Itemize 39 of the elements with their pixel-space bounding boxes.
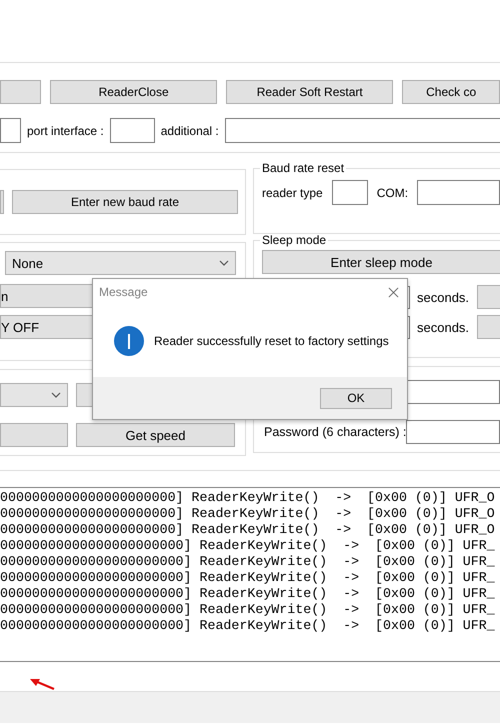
group-title: Baud rate reset xyxy=(261,161,346,175)
group-title: Sleep mode xyxy=(261,233,328,247)
arrow-icon xyxy=(29,678,55,690)
chevron-down-icon xyxy=(219,260,229,266)
log-line: 00000000000000000000000] ReaderKeyWrite() -> [0x00 (0)] UFR_ xyxy=(0,602,496,618)
port-interface-label: port interface : xyxy=(27,124,104,138)
com-field[interactable] xyxy=(417,180,500,205)
get-speed-button[interactable]: Get speed xyxy=(76,423,235,447)
com-label: COM: xyxy=(376,186,408,200)
reader-type-field[interactable] xyxy=(332,180,368,205)
seconds-label: seconds. xyxy=(417,320,470,334)
additional-label: additional : xyxy=(160,124,219,138)
ok-button[interactable]: OK xyxy=(320,388,392,408)
toolbar-button[interactable]: Check co xyxy=(402,80,500,104)
log-line: 00000000000000000000000] ReaderKeyWrite() -> [0x00 (0)] UFR_ xyxy=(0,554,496,570)
password-label: Password (6 characters) : xyxy=(264,425,406,439)
enter-sleep-mode-button[interactable]: Enter sleep mode xyxy=(262,250,500,274)
port-interface-field[interactable] xyxy=(110,118,155,143)
password-field[interactable] xyxy=(406,420,500,444)
dialog-title: Message xyxy=(99,285,148,299)
additional-field[interactable] xyxy=(224,118,500,143)
close-icon[interactable] xyxy=(388,286,399,298)
dialog-message: Reader successfully reset to factory settings xyxy=(154,334,389,348)
dropdown[interactable]: None xyxy=(5,251,236,275)
toolbar-button[interactable]: ReaderClose xyxy=(50,80,218,104)
chevron-down-icon xyxy=(51,392,61,398)
info-icon xyxy=(114,326,144,356)
log-line: 00000000000000000000000] ReaderKeyWrite() -> [0x00 (0)] UFR_ xyxy=(0,618,496,634)
log-line: 00000000000000000000000] ReaderKeyWrite() -> [0x00 (0)] UFR_ xyxy=(0,538,496,554)
seconds-label: seconds. xyxy=(417,290,470,304)
log-line: 0000000000000000000000] ReaderKeyWrite() -> [0x00 (0)] UFR_O xyxy=(0,522,496,538)
enter-baud-rate-button[interactable]: Enter new baud rate xyxy=(12,190,238,214)
log-line: 00000000000000000000000] ReaderKeyWrite() -> [0x00 (0)] UFR_ xyxy=(0,570,496,586)
text-field[interactable] xyxy=(0,118,21,143)
log-line: 0000000000000000000000] ReaderKeyWrite() -> [0x00 (0)] UFR_O xyxy=(0,506,496,522)
reader-type-label: reader type xyxy=(262,186,323,200)
toolbar-button[interactable]: Reader Soft Restart xyxy=(226,80,394,104)
log-line: 0000000000000000000000] ReaderKeyWrite() -> [0x00 (0)] UFR_O xyxy=(0,490,496,506)
log-line: 00000000000000000000000] ReaderKeyWrite() -> [0x00 (0)] UFR_ xyxy=(0,586,496,602)
